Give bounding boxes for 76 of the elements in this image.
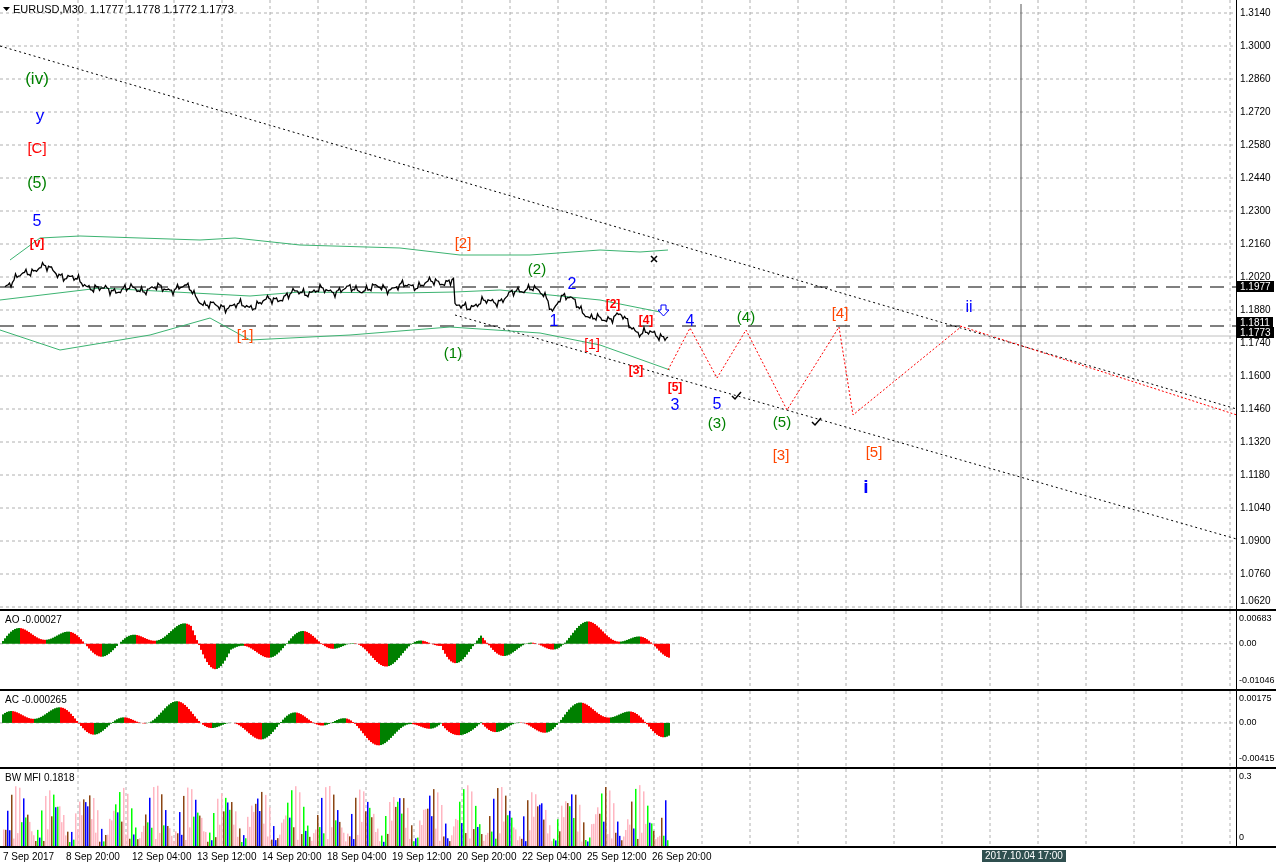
wave-label: [5] [667,380,683,394]
price-tick: 1.2300 [1240,205,1271,217]
wave-label: [4] [831,304,849,321]
wave-label: (5) [27,174,47,191]
price-tick: 1.2860 [1240,73,1271,85]
wave-label: [C] [27,139,47,156]
chart-title: EURUSD,M30 1.1777 1.1778 1.1772 1.1773 [13,2,234,16]
price-tick: 1.1880 [1240,304,1271,316]
wave-label: 1 [549,312,559,329]
time-tick: 13 Sep 12:00 [197,851,257,863]
wave-label: (iv) [25,69,49,88]
indicator-tick: -0.01046 [1239,675,1275,686]
wave-label: i [863,476,869,497]
indicator-tick: 0.00 [1239,637,1257,649]
indicator-tick: -0.00415 [1239,753,1275,764]
time-tick: 7 Sep 2017 [3,851,55,863]
price-tick: 1.1040 [1240,502,1271,514]
time-tick: 8 Sep 20:00 [66,851,120,863]
wave-label: [3] [628,363,644,377]
cross-icon [650,255,658,263]
price-tick: 1.2720 [1240,106,1271,118]
dropdown-triangle-icon[interactable] [3,6,10,12]
indicator-tick: 0.00 [1239,716,1257,728]
wave-label: 3 [670,396,680,413]
wave-label: 2 [567,275,577,292]
price-tick: 1.1320 [1240,436,1271,448]
price-tick: 1.2580 [1240,139,1271,151]
price-tick: 1.2440 [1240,172,1271,184]
wave-label: (2) [527,260,547,277]
indicator-tick: 0.3 [1239,771,1252,782]
time-tick: 19 Sep 12:00 [392,851,452,863]
price-tick: 1.2020 [1240,271,1271,282]
price-tag: 1.1977 [1237,281,1274,292]
time-tick: 25 Sep 12:00 [587,851,647,863]
indicator-tick: 0.00175 [1239,693,1272,704]
wave-label: 5 [32,212,42,229]
time-tick: 22 Sep 04:00 [522,851,582,863]
wave-label: [4] [638,313,654,327]
wave-label: (4) [736,308,756,325]
down-arrow-icon [657,304,670,317]
wave-label: (3) [707,414,727,431]
wave-label: y [35,106,45,125]
wave-label: [3] [772,446,790,463]
price-tick: 1.2160 [1240,238,1271,250]
indicator-tick: 0 [1239,832,1244,843]
price-tick: 1.3140 [1240,7,1271,19]
price-tick: 1.1740 [1240,337,1271,349]
wave-label: 5 [712,395,722,412]
check-mark-icon [811,417,822,427]
price-tick: 1.0620 [1240,595,1271,607]
wave-label: [5] [865,443,883,460]
wave-label: (5) [772,413,792,430]
check-mark-icon [731,391,742,401]
price-tick: 1.1600 [1240,370,1271,382]
wave-label: (1) [443,344,463,361]
time-tick: 20 Sep 20:00 [457,851,517,863]
time-tick: 14 Sep 20:00 [262,851,322,863]
time-tick: 12 Sep 04:00 [132,851,192,863]
price-tick: 1.3000 [1240,40,1271,52]
time-cursor-tag: 2017.10.04 17:00 [982,850,1066,862]
wave-label: [1] [236,326,254,343]
time-tick: 26 Sep 20:00 [652,851,712,863]
wave-label: [v] [29,236,45,250]
indicator-tick: 0.00683 [1239,613,1272,624]
price-tick: 1.1180 [1240,469,1270,481]
price-tick: 1.0900 [1240,535,1271,547]
indicator-title: BW MFI 0.1818 [5,772,75,784]
wave-label: 4 [685,312,695,329]
time-tick: 18 Sep 04:00 [327,851,387,863]
price-tick: 1.0760 [1240,568,1271,580]
price-tick: 1.1460 [1240,403,1271,415]
indicator-title: AO -0.00027 [5,614,62,626]
wave-label: ii [965,298,973,315]
indicator-title: AC -0.000265 [5,694,67,706]
wave-label: [2] [454,234,472,251]
price-tag: 1.1773 [1237,327,1274,338]
